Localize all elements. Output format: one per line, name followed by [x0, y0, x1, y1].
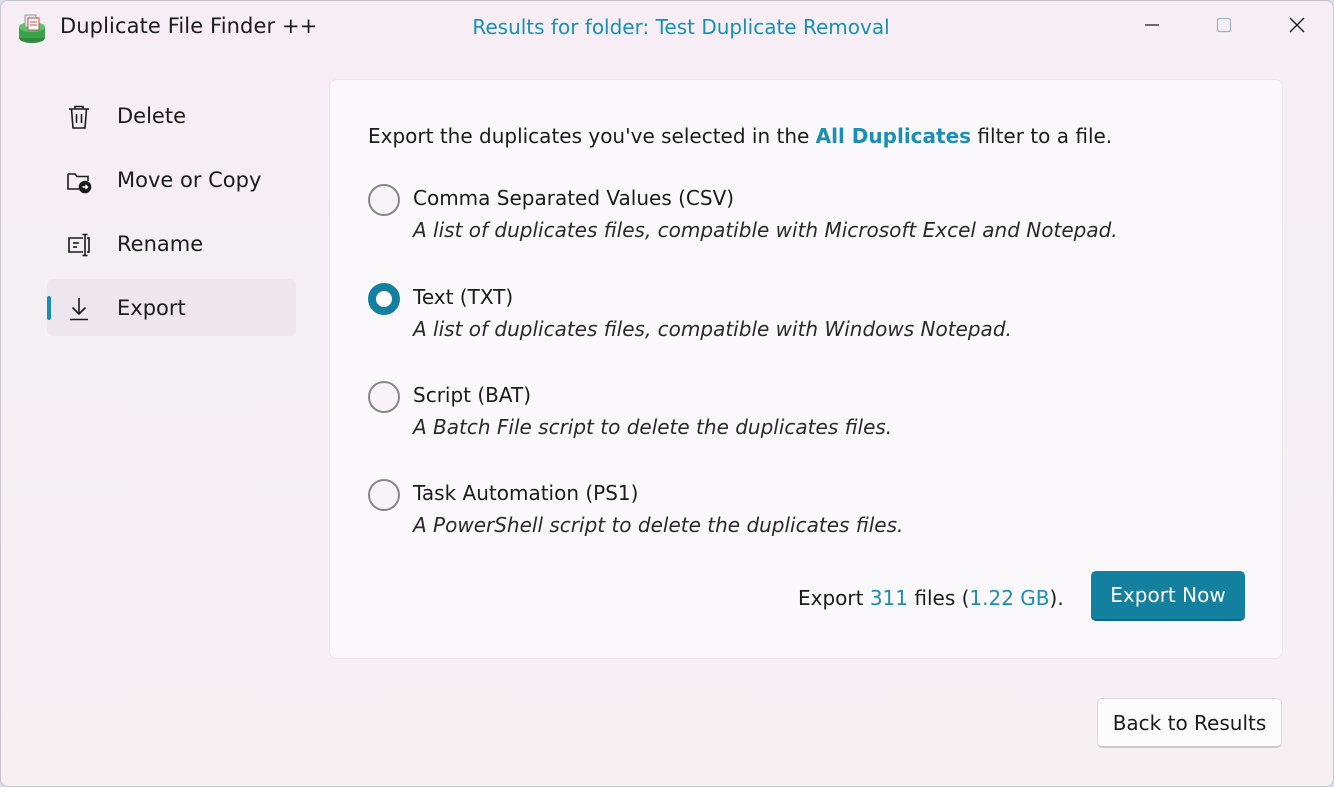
all-duplicates-link[interactable]: All Duplicates	[816, 124, 971, 148]
total-size: 1.22 GB	[969, 586, 1050, 610]
option-description: A list of duplicates files, compatible w…	[413, 218, 1118, 242]
back-to-results-button[interactable]: Back to Results	[1097, 698, 1282, 748]
summary-middle: files (	[908, 586, 970, 610]
title-bar[interactable]: Duplicate File Finder ++ Results for fol…	[1, 1, 1333, 57]
intro-text: Export the duplicates you've selected in…	[368, 124, 816, 148]
option-description: A PowerShell script to delete the duplic…	[413, 513, 904, 537]
download-icon	[65, 295, 93, 323]
export-now-button[interactable]: Export Now	[1091, 571, 1245, 621]
summary-prefix: Export	[798, 586, 870, 610]
close-button[interactable]	[1274, 9, 1320, 45]
option-description: A Batch File script to delete the duplic…	[413, 415, 893, 439]
export-panel: Export the duplicates you've selected in…	[329, 79, 1283, 659]
sidebar-item-export[interactable]: Export	[47, 279, 296, 336]
minimize-button[interactable]	[1129, 9, 1175, 45]
folder-move-icon	[65, 167, 93, 195]
summary-suffix: ).	[1049, 586, 1064, 610]
option-title: Text (TXT)	[413, 285, 514, 309]
option-title: Comma Separated Values (CSV)	[413, 186, 735, 210]
sidebar-item-label: Export	[117, 296, 186, 320]
maximize-icon	[1215, 16, 1233, 38]
trash-icon	[65, 103, 93, 131]
radio-csv[interactable]	[368, 184, 400, 216]
sidebar-item-label: Rename	[117, 232, 204, 256]
minimize-icon	[1143, 16, 1161, 38]
maximize-button[interactable]	[1201, 9, 1247, 45]
radio-ps1[interactable]	[368, 479, 400, 511]
app-window: Duplicate File Finder ++ Results for fol…	[0, 0, 1334, 787]
export-intro: Export the duplicates you've selected in…	[368, 124, 1112, 148]
sidebar-item-delete[interactable]: Delete	[47, 87, 296, 144]
close-icon	[1288, 16, 1306, 38]
radio-bat[interactable]	[368, 381, 400, 413]
sidebar-item-move-or-copy[interactable]: Move or Copy	[47, 151, 296, 208]
sidebar-item-rename[interactable]: Rename	[47, 215, 296, 272]
active-indicator	[47, 296, 51, 320]
intro-text-suffix: filter to a file.	[971, 124, 1113, 148]
option-title: Script (BAT)	[413, 383, 532, 407]
export-summary: Export 311 files (1.22 GB).	[798, 586, 1064, 610]
sidebar-item-label: Move or Copy	[117, 168, 262, 192]
sidebar: Delete Move or Copy Rename Export	[47, 87, 297, 343]
file-count: 311	[869, 586, 909, 610]
option-description: A list of duplicates files, compatible w…	[413, 317, 1012, 341]
radio-txt[interactable]	[368, 283, 400, 315]
sidebar-item-label: Delete	[117, 104, 186, 128]
rename-icon	[65, 231, 93, 259]
option-title: Task Automation (PS1)	[413, 481, 639, 505]
